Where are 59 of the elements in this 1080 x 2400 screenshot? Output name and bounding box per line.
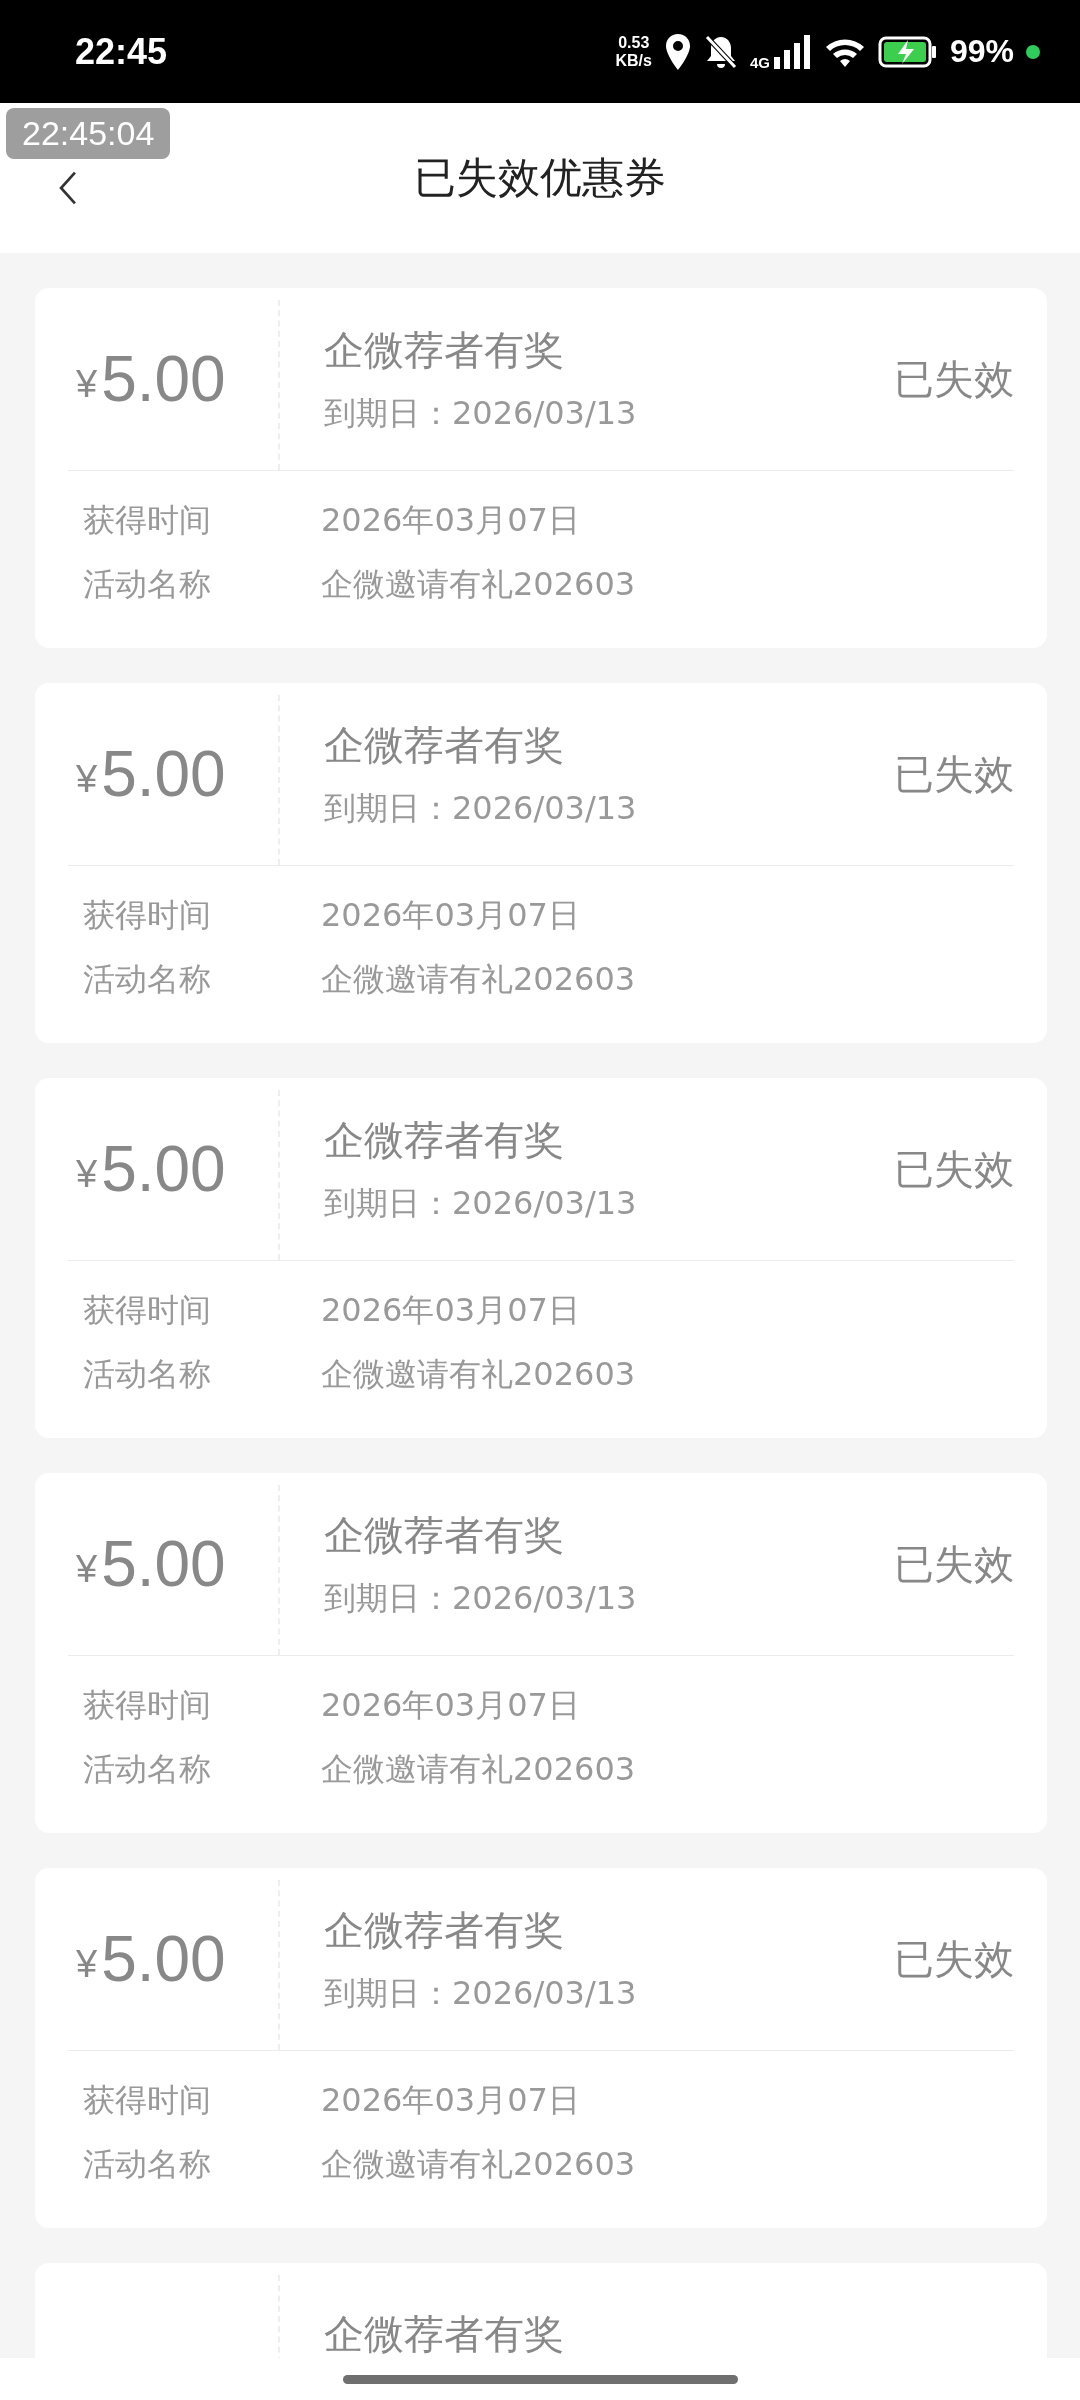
coupon-title: 企微荐者有奖 [324, 2310, 564, 2358]
coupon-title: 企微荐者有奖 [324, 325, 565, 375]
expiry-date: 到期日：2026/03/13 [324, 787, 637, 829]
battery-charging-icon [877, 35, 938, 68]
home-indicator[interactable] [342, 2374, 738, 2384]
expiry-date: 到期日：2026/03/13 [324, 1972, 637, 2014]
status-label: 已失效 [894, 1539, 1014, 1589]
detail-value: 企微邀请有礼202603 [321, 564, 636, 605]
detail-value: 2026年03月07日 [321, 1685, 580, 1726]
expiry-date: 到期日：2026/03/13 [324, 1577, 637, 1619]
coupon-card[interactable]: ¥5.00 企微荐者有奖 到期日：2026/03/13 已失效 获得时间 2026年03月07日 活动名称 企微邀请有礼202603 [35, 1473, 1047, 1833]
coupon-card[interactable]: ¥5.00 企微荐者有奖 到期日：2026/03/13 已失效 获得时间 2026年03月07日 活动名称 企微邀请有礼202603 [35, 683, 1047, 1043]
detail-value: 企微邀请有礼202603 [321, 959, 636, 1000]
detail-label: 活动名称 [83, 564, 212, 605]
coupon-amount: ¥5.00 [75, 1922, 227, 1997]
coupon-title: 企微荐者有奖 [324, 1905, 565, 1955]
detail-label: 活动名称 [83, 959, 212, 1000]
detail-value: 企微邀请有礼202603 [321, 2144, 636, 2185]
coupon-amount: ¥5.00 [75, 1527, 227, 1602]
page-title: 已失效优惠券 [414, 152, 666, 204]
status-label: 已失效 [894, 354, 1014, 404]
battery-percent: 99% [949, 33, 1014, 70]
timestamp-badge: 22:45:04 [6, 108, 171, 159]
detail-value: 2026年03月07日 [321, 500, 580, 541]
coupon-amount: ¥5.00 [75, 737, 227, 812]
expiry-date: 到期日：2026/03/13 [324, 392, 637, 434]
detail-label: 获得时间 [83, 1290, 212, 1331]
clock: 22:45 [75, 30, 168, 73]
detail-label: 获得时间 [83, 895, 212, 936]
status-dot [1026, 44, 1040, 59]
status-label: 已失效 [894, 1144, 1014, 1194]
coupon-card[interactable]: ¥5.00 企微荐者有奖 到期日：2026/03/13 已失效 获得时间 2026年03月07日 活动名称 企微邀请有礼202603 [35, 288, 1047, 648]
coupon-card[interactable]: ¥5.00 企微荐者有奖 到期日：2026/03/13 已失效 获得时间 2026年03月07日 活动名称 企微邀请有礼202603 [35, 1868, 1047, 2228]
mute-bell-icon [703, 33, 738, 70]
detail-label: 获得时间 [83, 2080, 212, 2121]
detail-value: 企微邀请有礼202603 [321, 1749, 636, 1790]
status-label: 已失效 [894, 1934, 1014, 1984]
network-speed: 0.53 KB/s [615, 33, 652, 70]
detail-value: 2026年03月07日 [321, 1290, 580, 1331]
network-type: 4G [749, 54, 770, 71]
detail-label: 获得时间 [83, 500, 212, 541]
detail-value: 2026年03月07日 [321, 2080, 580, 2121]
detail-label: 活动名称 [83, 2144, 212, 2185]
coupon-card[interactable]: ¥5.00 企微荐者有奖 到期日：2026/03/13 已失效 获得时间 2026年03月07日 活动名称 企微邀请有礼202603 [35, 1078, 1047, 1438]
coupon-title: 企微荐者有奖 [324, 1510, 565, 1560]
expiry-date: 到期日：2026/03/13 [324, 1182, 637, 1224]
detail-value: 2026年03月07日 [321, 895, 580, 936]
coupon-title: 企微荐者有奖 [324, 720, 565, 770]
location-icon [663, 32, 692, 71]
detail-value: 企微邀请有礼202603 [321, 1354, 636, 1395]
coupon-title: 企微荐者有奖 [324, 1115, 565, 1165]
coupon-amount: ¥5.00 [75, 1132, 227, 1207]
coupon-card[interactable]: 企微荐者有奖 [35, 2263, 1047, 2358]
signal-icon [773, 34, 812, 69]
status-label: 已失效 [894, 749, 1014, 799]
detail-label: 获得时间 [83, 1685, 212, 1726]
detail-label: 活动名称 [83, 1749, 212, 1790]
detail-label: 活动名称 [83, 1354, 212, 1395]
coupon-amount: ¥5.00 [75, 342, 227, 417]
